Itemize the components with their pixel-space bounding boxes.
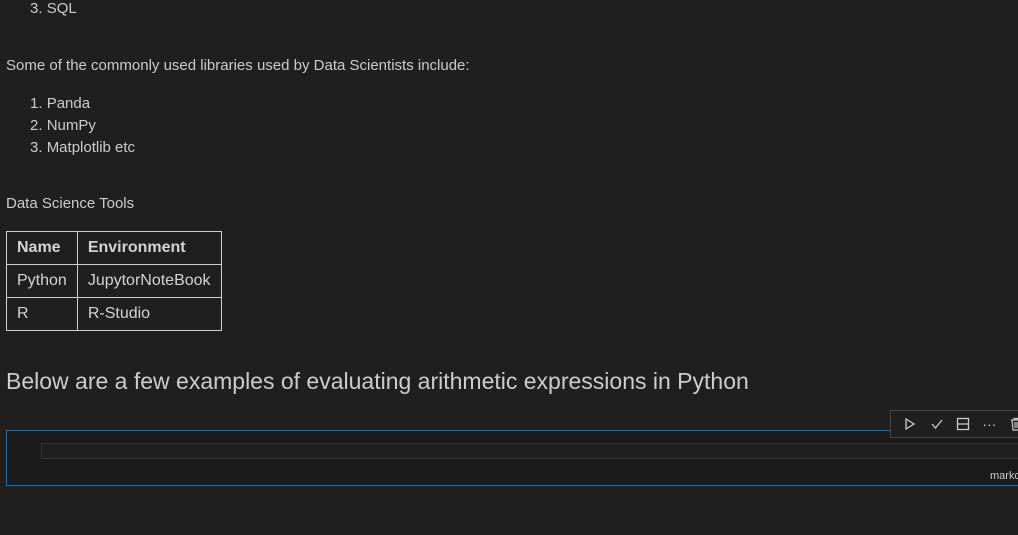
table-row: R R-Studio (6, 297, 222, 331)
split-icon[interactable] (950, 411, 976, 437)
more-icon[interactable]: ··· (976, 411, 1002, 437)
list-label: SQL (46, 0, 77, 17)
list-item: 1. Panda (30, 95, 90, 112)
table-cell: JupytorNoteBook (76, 264, 222, 298)
table-header: Environment (76, 231, 222, 265)
list-label: Matplotlib etc (46, 139, 136, 156)
list-label: Panda (46, 95, 91, 112)
list-number: 1. (30, 95, 43, 112)
list-item-sql: 3. SQL (30, 0, 77, 17)
delete-icon[interactable] (1003, 411, 1018, 437)
section-heading: Below are a few examples of evaluating a… (6, 368, 749, 394)
list-label: NumPy (46, 117, 96, 134)
list-number: 3. (30, 0, 43, 17)
table-cell: R (6, 297, 78, 331)
list-item: 3. Matplotlib etc (30, 139, 135, 156)
table-header: Name (6, 231, 78, 265)
tools-table: Name Environment Python JupytorNoteBook … (6, 231, 222, 331)
list-number: 3. (30, 139, 43, 156)
cell-toolbar: ··· (890, 410, 1018, 438)
check-icon[interactable] (923, 411, 949, 437)
cell-language-label[interactable]: markdown (990, 470, 1018, 482)
table-row: Python JupytorNoteBook (6, 264, 222, 298)
table-cell: Python (6, 264, 78, 298)
libraries-intro: Some of the commonly used libraries used… (6, 57, 470, 74)
cell-editor-input[interactable] (41, 443, 1018, 459)
table-header-row: Name Environment (6, 231, 222, 265)
tools-caption: Data Science Tools (6, 195, 135, 212)
table-cell: R-Studio (76, 297, 222, 331)
list-item: 2. NumPy (30, 117, 96, 134)
list-number: 2. (30, 117, 43, 134)
run-icon[interactable] (897, 411, 923, 437)
